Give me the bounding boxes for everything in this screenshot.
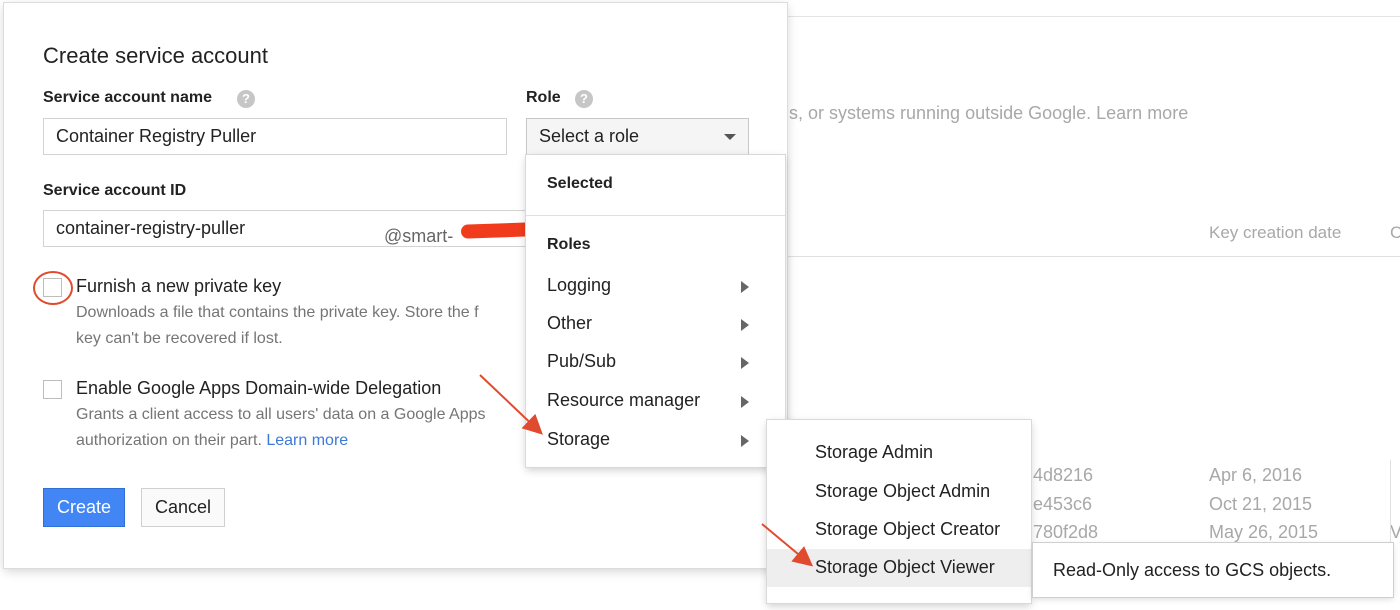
key-date: Oct 21, 2015 [1209, 494, 1313, 514]
service-account-name-input[interactable]: Container Registry Puller [43, 118, 507, 155]
menu-item-pubsub[interactable]: Pub/Sub [526, 343, 785, 381]
menu-item-label: Pub/Sub [547, 351, 617, 371]
submenu-item-storage-admin[interactable]: Storage Admin [767, 434, 1031, 472]
domain-delegation-description: authorization on their part. Learn more [76, 428, 348, 454]
chevron-right-icon [741, 435, 749, 447]
role-menu: Selected Roles Logging Other Pub/Sub Res… [526, 155, 785, 467]
key-id: 780f2d8 [1033, 522, 1099, 542]
help-icon[interactable]: ? [575, 90, 593, 108]
role-select[interactable]: Select a role [526, 118, 749, 155]
menu-header-roles: Roles [547, 236, 591, 253]
submenu-item-label: Storage Object Creator [815, 519, 1001, 539]
background-divider [786, 256, 1400, 257]
role-label: Role [526, 89, 561, 106]
domain-delegation-checkbox[interactable] [43, 380, 62, 399]
help-icon[interactable]: ? [237, 90, 255, 108]
menu-item-logging[interactable]: Logging [526, 267, 785, 305]
domain-delegation-description: Grants a client access to all users' dat… [76, 406, 486, 423]
chevron-right-icon [741, 357, 749, 369]
submenu-item-label: Storage Admin [815, 442, 934, 462]
menu-item-label: Storage [547, 429, 611, 449]
menu-item-resource-manager[interactable]: Resource manager [526, 382, 785, 420]
chevron-right-icon [741, 396, 749, 408]
service-account-id-input[interactable]: container-registry-puller @smart- [43, 210, 533, 247]
dialog-title: Create service account [43, 43, 268, 68]
menu-divider [526, 215, 785, 216]
redaction-mark [460, 221, 532, 239]
service-account-id-value: container-registry-puller [56, 218, 246, 238]
menu-item-label: Resource manager [547, 390, 701, 410]
role-select-value: Select a role [539, 126, 640, 146]
learn-more-link[interactable]: Learn more [266, 432, 348, 449]
submenu-item-label: Storage Object Viewer [815, 557, 995, 577]
column-header-c: C [1390, 223, 1400, 242]
submenu-item-storage-object-viewer[interactable]: Storage Object Viewer [767, 549, 1031, 587]
menu-item-storage[interactable]: Storage [526, 421, 785, 459]
furnish-private-key-title: Furnish a new private key [76, 276, 282, 296]
domain-delegation-title: Enable Google Apps Domain-wide Delegatio… [76, 378, 442, 398]
service-account-id-label: Service account ID [43, 182, 187, 199]
furnish-private-key-description: Downloads a file that contains the priva… [76, 304, 479, 321]
menu-item-other[interactable]: Other [526, 305, 785, 343]
key-extra: V [1390, 522, 1400, 542]
annotation-circle [33, 271, 73, 305]
furnish-private-key-description: key can't be recovered if lost. [76, 330, 283, 347]
key-date: May 26, 2015 [1209, 522, 1319, 542]
chevron-right-icon [741, 319, 749, 331]
service-account-name-label: Service account name [43, 89, 212, 106]
service-account-domain: @smart- [384, 226, 454, 246]
key-date: Apr 6, 2016 [1209, 465, 1303, 485]
chevron-down-icon [724, 134, 736, 140]
cancel-button[interactable]: Cancel [141, 488, 225, 527]
key-id: e453c6 [1033, 494, 1093, 514]
role-description-tooltip: Read-Only access to GCS objects. [1033, 543, 1393, 597]
domain-delegation-description-text: authorization on their part. [76, 432, 262, 449]
chevron-right-icon [741, 281, 749, 293]
create-button[interactable]: Create [43, 488, 125, 527]
storage-submenu: Storage Admin Storage Object Admin Stora… [767, 420, 1031, 603]
menu-item-label: Other [547, 313, 593, 333]
menu-header-selected: Selected [547, 175, 613, 192]
background-divider [786, 16, 1400, 17]
submenu-item-label: Storage Object Admin [815, 481, 991, 501]
column-header-key-creation-date: Key creation date [1209, 223, 1342, 242]
key-id: 4d8216 [1033, 465, 1094, 485]
background-description: s, or systems running outside Google. Le… [789, 103, 1189, 123]
submenu-item-storage-object-admin[interactable]: Storage Object Admin [767, 473, 1031, 511]
menu-item-label: Logging [547, 275, 612, 295]
submenu-item-storage-object-creator[interactable]: Storage Object Creator [767, 511, 1031, 549]
